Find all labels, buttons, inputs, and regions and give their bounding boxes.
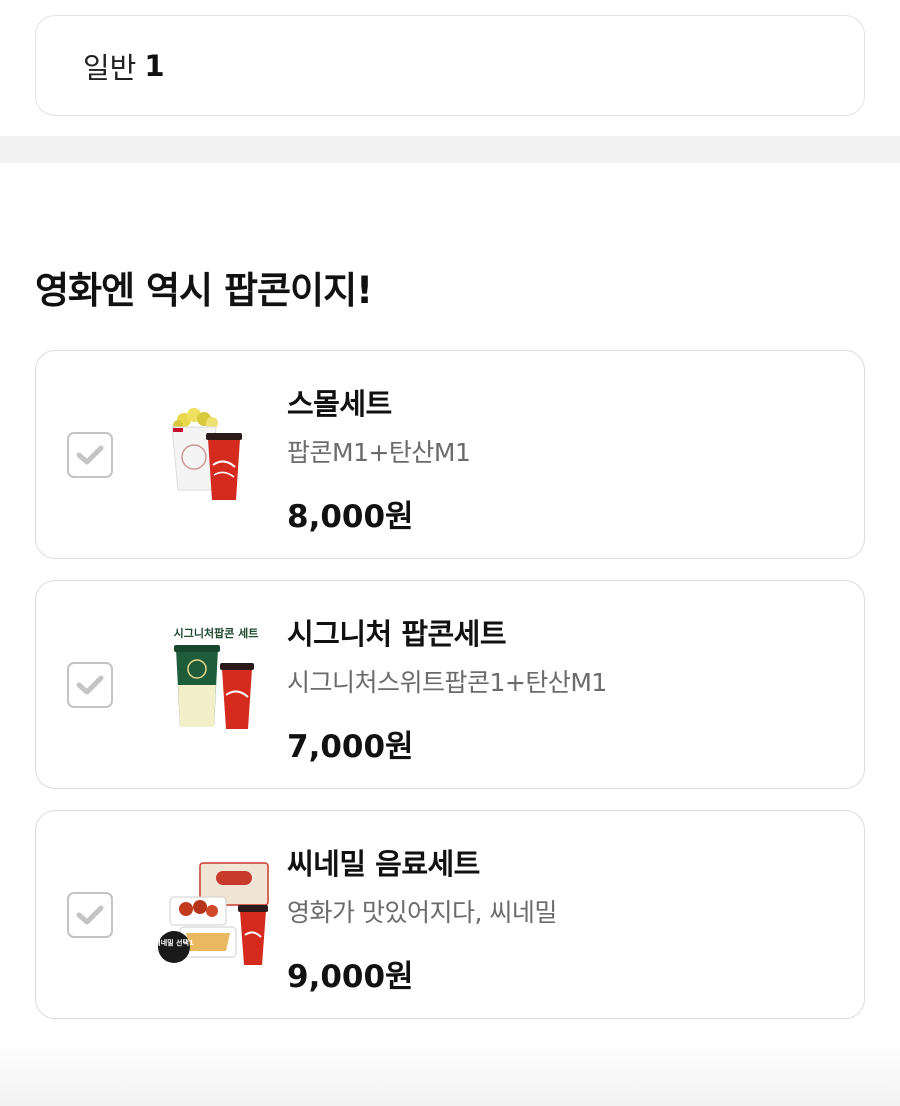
combo-price: 8,000원 <box>287 499 414 535</box>
thumbnail-badge: 씨네밀 선택1 <box>156 938 194 947</box>
page: 일반 1 영화엔 역시 팝콘이지! 스몰세트 팝콘M1+탄산M1 8,000원 … <box>0 0 900 1106</box>
signature-popcorn-set-image: 시그니처팝콘 세트 <box>174 626 259 729</box>
combo-text: 시그니처 팝콘세트 시그니처스위트팝콘1+탄산M1 7,000원 <box>287 611 607 766</box>
combo-name: 스몰세트 <box>287 387 392 421</box>
ticket-summary-card: 일반 1 <box>35 15 865 116</box>
combo-card-small-set[interactable]: 스몰세트 팝콘M1+탄산M1 8,000원 <box>35 350 865 559</box>
combo-text: 스몰세트 팝콘M1+탄산M1 8,000원 <box>287 381 471 536</box>
combo-name: 씨네밀 음료세트 <box>287 847 480 881</box>
combo-text: 씨네밀 음료세트 영화가 맛있어지다, 씨네밀 9,000원 <box>287 841 557 996</box>
check-icon <box>76 675 104 694</box>
combo-price: 7,000원 <box>287 729 414 765</box>
combo-list: 스몰세트 팝콘M1+탄산M1 8,000원 시그니처팝콘 세트 시그니처 팝콘세… <box>35 350 865 1040</box>
combo-card-cinemeal-set[interactable]: 씨네밀 선택1 씨네밀 음료세트 영화가 맛있어지다, 씨네밀 9,000원 <box>35 810 865 1019</box>
combo-price: 9,000원 <box>287 959 414 995</box>
check-icon <box>76 445 104 464</box>
bottom-fade <box>0 1040 900 1106</box>
ticket-count: 1 <box>144 48 165 83</box>
section-divider <box>0 136 900 163</box>
cinemeal-set-image: 씨네밀 선택1 <box>156 861 269 965</box>
combo-checkbox[interactable] <box>67 661 113 708</box>
ticket-type-label: 일반 <box>83 50 137 85</box>
combo-name: 시그니처 팝콘세트 <box>287 617 507 651</box>
combo-description: 영화가 맛있어지다, 씨네밀 <box>287 898 557 927</box>
thumbnail-caption: 시그니처팝콘 세트 <box>174 626 259 640</box>
combo-card-signature-set[interactable]: 시그니처팝콘 세트 시그니처 팝콘세트 시그니처스위트팝콘1+탄산M1 7,00… <box>35 580 865 789</box>
section-title: 영화엔 역시 팝콘이지! <box>35 269 373 312</box>
combo-description: 팝콘M1+탄산M1 <box>287 438 471 467</box>
check-icon <box>76 905 104 924</box>
combo-checkbox[interactable] <box>67 891 113 938</box>
combo-description: 시그니처스위트팝콘1+탄산M1 <box>287 668 607 697</box>
combo-checkbox[interactable] <box>67 431 113 478</box>
popcorn-cola-image <box>171 407 242 500</box>
